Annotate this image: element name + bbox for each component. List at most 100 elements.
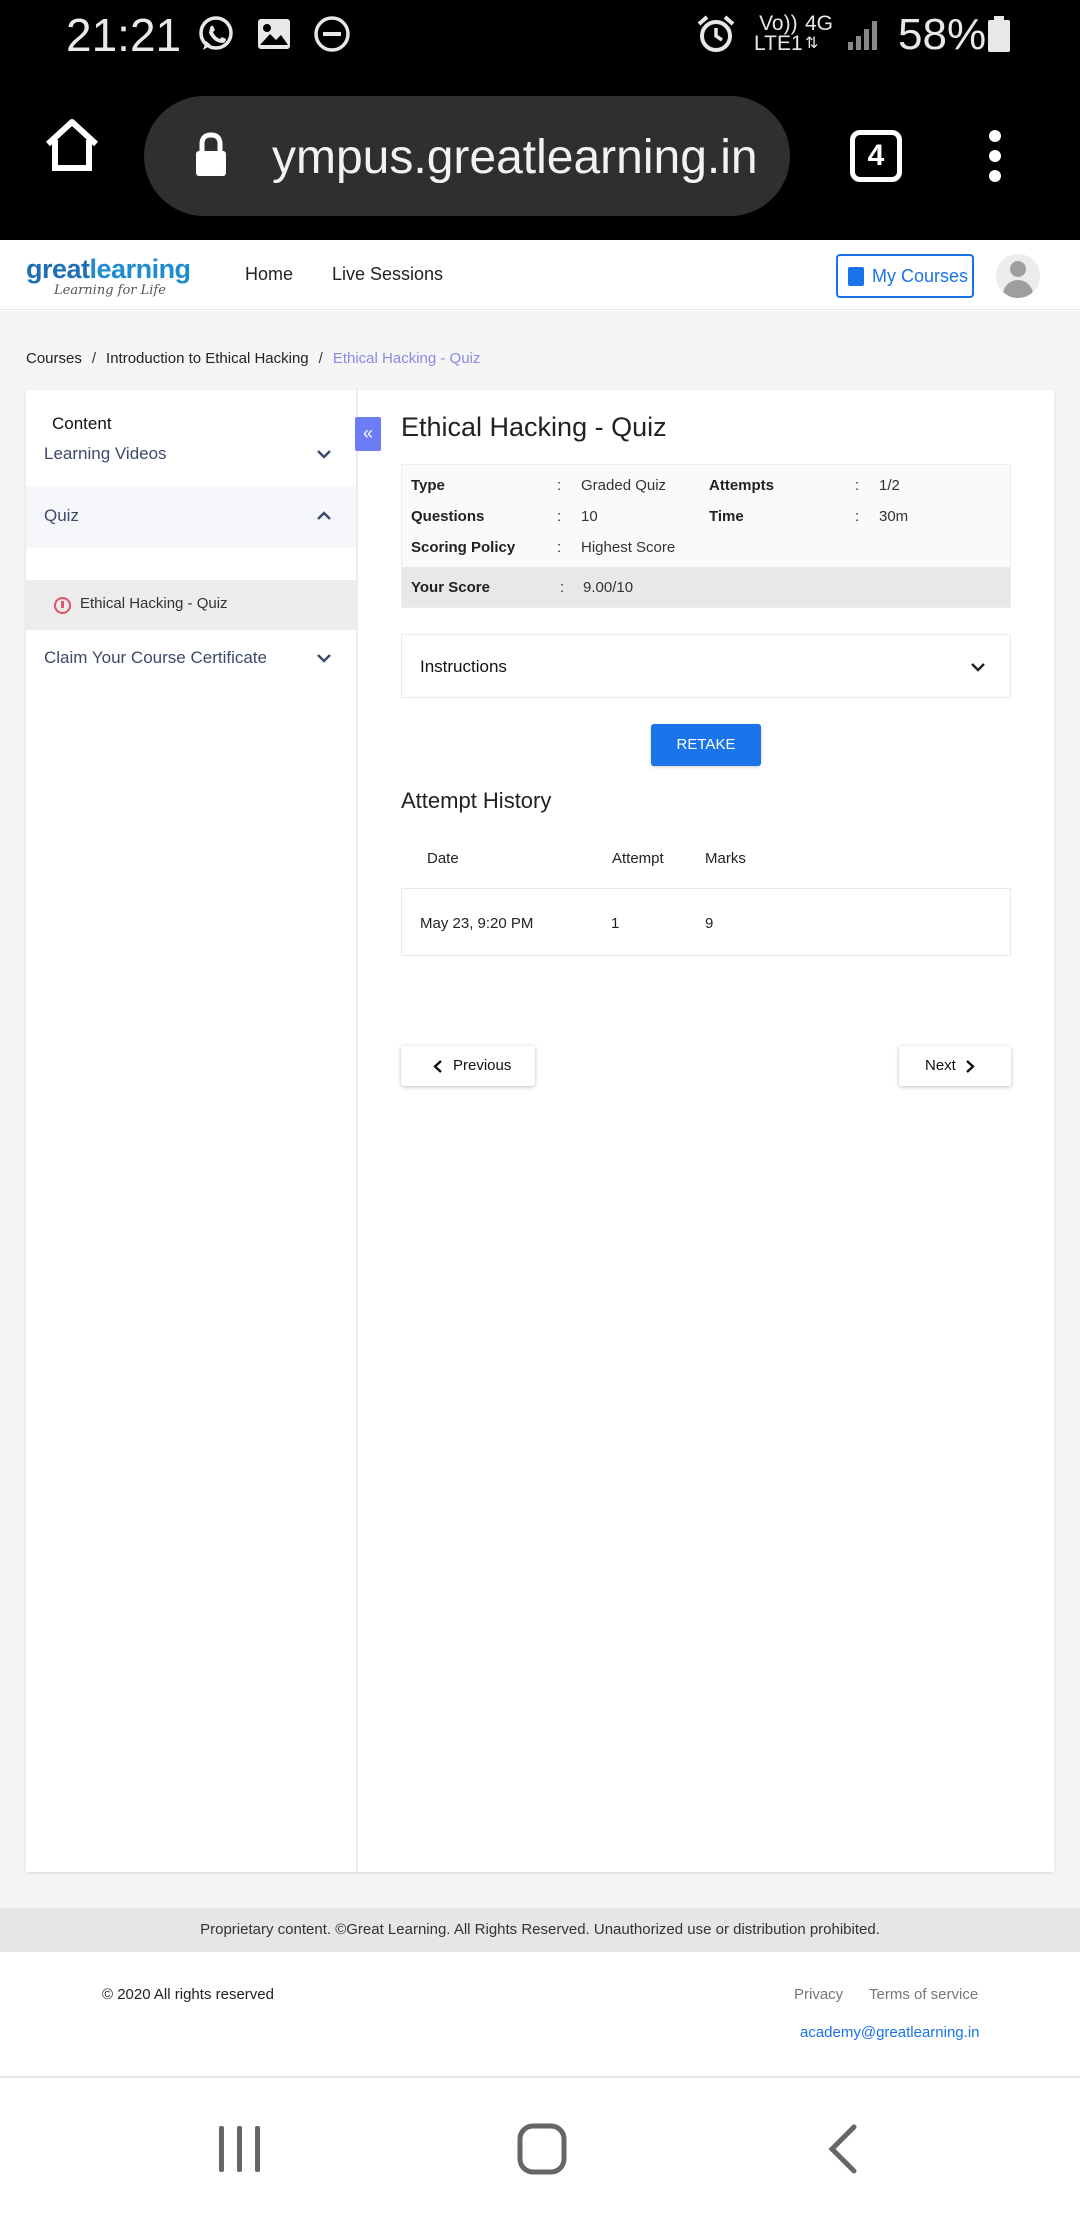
previous-label: Previous — [453, 1057, 512, 1074]
status-time: 21:21 — [66, 9, 182, 61]
colon: : — [557, 508, 562, 525]
column-header-marks: Marks — [705, 850, 746, 867]
time-label: Time — [709, 508, 744, 525]
site-header: greatlearning Learning for Life Home Liv… — [0, 240, 1080, 310]
data-arrows-icon: ⇅ — [805, 35, 819, 52]
colon: : — [560, 579, 565, 596]
back-icon[interactable] — [826, 2124, 860, 2174]
colon: : — [855, 508, 860, 525]
column-header-date: Date — [427, 850, 459, 867]
sidebar-item-ethical-hacking-quiz[interactable]: Ethical Hacking - Quiz — [26, 580, 356, 630]
network-type: 4G ⇅ — [805, 12, 834, 54]
breadcrumb: Courses / Introduction to Ethical Hacking /… — [26, 350, 480, 367]
avatar-head — [1010, 261, 1026, 277]
nav-live-sessions[interactable]: Live Sessions — [332, 264, 443, 285]
page-title: Ethical Hacking - Quiz — [401, 412, 667, 442]
logo-part2: learning — [89, 254, 192, 284]
network-bottom: LTE1 — [754, 32, 803, 55]
proprietary-notice: Proprietary content. ©Great Learning. Al… — [0, 1908, 1080, 1952]
my-courses-label: My Courses — [872, 266, 969, 286]
scoring-policy-label: Scoring Policy — [411, 539, 516, 556]
sidebar-section-label: Learning Videos — [44, 444, 167, 463]
questions-value: 10 — [581, 508, 598, 525]
logo-part1: great — [26, 254, 90, 284]
site-footer: © 2020 All rights reserved Privacy Terms… — [0, 1952, 1080, 2078]
instructions-accordion[interactable]: Instructions — [401, 634, 1011, 698]
home-icon[interactable] — [42, 114, 102, 174]
chevron-down-icon — [971, 663, 985, 672]
breadcrumb-courses[interactable]: Courses — [26, 350, 82, 367]
sidebar-section-certificate[interactable]: Claim Your Course Certificate — [26, 628, 356, 690]
sidebar-section-label: Quiz — [44, 506, 79, 525]
tab-switcher-button[interactable]: 4 — [850, 130, 902, 182]
column-header-attempt: Attempt — [612, 850, 664, 867]
sidebar-section-learning-videos[interactable]: Learning Videos — [26, 424, 356, 486]
attempts-label: Attempts — [709, 477, 775, 494]
colon: : — [557, 477, 562, 494]
score-row: Your Score : 9.00/10 — [402, 567, 1010, 607]
chevron-down-icon — [317, 654, 331, 663]
contact-email-link[interactable]: academy@greatlearning.in — [800, 2024, 980, 2041]
chevron-left-icon — [433, 1060, 442, 1073]
logo-tagline: Learning for Life — [54, 283, 166, 298]
attempts-value: 1/2 — [879, 477, 900, 494]
chevron-right-icon — [966, 1060, 975, 1073]
book-icon — [848, 267, 864, 286]
breadcrumb-current: Ethical Hacking - Quiz — [332, 350, 481, 367]
chevron-up-icon — [317, 511, 331, 520]
logo[interactable]: greatlearning — [26, 254, 191, 285]
address-bar[interactable]: ympus.greatlearning.in — [144, 96, 790, 216]
scoring-policy-value: Highest Score — [581, 539, 676, 556]
content-card: Content Learning Videos Quiz Ethical Hac… — [26, 390, 1054, 1872]
browser-toolbar: ympus.greatlearning.in 4 — [0, 72, 1080, 240]
previous-button[interactable]: Previous — [401, 1046, 535, 1086]
sidebar-section-label: Claim Your Course Certificate — [44, 648, 267, 667]
attempt-history-title: Attempt History — [401, 788, 552, 813]
quiz-status-icon — [54, 597, 71, 614]
content-sidebar: Content Learning Videos Quiz Ethical Hac… — [26, 390, 358, 1872]
avatar[interactable] — [996, 254, 1040, 298]
sidebar-item-label: Ethical Hacking - Quiz — [80, 595, 228, 612]
recent-apps-icon[interactable] — [216, 2124, 264, 2174]
battery-icon — [988, 16, 1010, 52]
network-type-label: 4G — [805, 12, 834, 35]
breadcrumb-course[interactable]: Introduction to Ethical Hacking — [106, 350, 309, 367]
colon: : — [557, 539, 562, 556]
network-label: Vo)) LTE1 — [754, 12, 803, 55]
type-value: Graded Quiz — [581, 477, 667, 494]
gallery-icon — [258, 19, 290, 49]
my-courses-button[interactable]: My Courses — [836, 254, 974, 298]
network-top: Vo)) — [759, 12, 798, 35]
score-value: 9.00/10 — [583, 579, 634, 596]
privacy-link[interactable]: Privacy — [794, 1986, 843, 2003]
chevron-down-icon — [317, 450, 331, 459]
status-bar: 21:21 Vo)) LTE1 4G ⇅ 58% — [0, 0, 1080, 72]
do-not-disturb-icon — [314, 16, 350, 52]
sidebar-section-quiz[interactable]: Quiz — [26, 486, 356, 548]
quiz-info-box: Type : Graded Quiz Attempts : 1/2 Questi… — [401, 464, 1011, 608]
instructions-label: Instructions — [420, 657, 507, 676]
home-nav-icon[interactable] — [516, 2122, 568, 2176]
breadcrumb-separator: / — [318, 350, 323, 367]
colon: : — [855, 477, 860, 494]
attempt-marks: 9 — [705, 915, 714, 932]
table-row: May 23, 9:20 PM 1 9 — [401, 888, 1011, 956]
url-text: ympus.greatlearning.in — [272, 131, 758, 184]
more-options-icon[interactable] — [980, 128, 1010, 184]
battery-percent: 58% — [898, 10, 987, 59]
lock-icon — [196, 132, 226, 176]
next-label: Next — [925, 1057, 956, 1074]
terms-link[interactable]: Terms of service — [869, 1986, 978, 2003]
whatsapp-icon — [199, 16, 233, 50]
attempt-number: 1 — [611, 915, 620, 932]
nav-home[interactable]: Home — [245, 264, 293, 285]
avatar-body — [1003, 280, 1033, 298]
retake-button[interactable]: RETAKE — [651, 724, 761, 766]
system-navigation-bar — [0, 2080, 1080, 2220]
alarm-icon — [697, 15, 735, 52]
next-button[interactable]: Next — [899, 1046, 1011, 1086]
signal-icon — [848, 21, 877, 50]
score-label: Your Score — [411, 579, 490, 596]
collapse-sidebar-button[interactable]: « — [355, 417, 381, 451]
questions-label: Questions — [411, 508, 485, 525]
